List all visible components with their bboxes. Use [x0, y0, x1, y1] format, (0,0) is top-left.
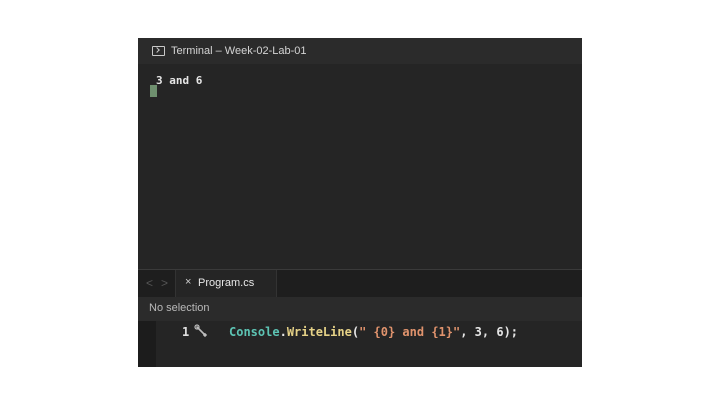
- terminal-icon: [152, 46, 165, 56]
- editor-tab-bar: < > × Program.cs: [138, 269, 582, 297]
- code-open-paren: (: [351, 325, 360, 339]
- chevron-right-icon[interactable]: >: [161, 276, 168, 290]
- terminal-output-area[interactable]: 3 and 6: [138, 64, 582, 268]
- code-dot: .: [279, 325, 287, 339]
- chevron-left-icon[interactable]: <: [146, 276, 153, 290]
- line-number: 1: [182, 325, 190, 339]
- selection-status-bar: No selection: [138, 297, 582, 321]
- close-icon[interactable]: ×: [185, 276, 191, 288]
- terminal-output: 3 and 6: [156, 74, 203, 87]
- code-class-name: Console: [229, 325, 280, 339]
- terminal-cursor: [150, 85, 157, 97]
- tab-label: Program.cs: [198, 277, 255, 289]
- code-method: WriteLine: [286, 325, 352, 339]
- terminal-title: Terminal – Week-02-Lab-01: [171, 45, 307, 57]
- code-editor[interactable]: 1 Console.WriteLine(" {0} and {1}", 3, 6…: [138, 321, 582, 367]
- code-line[interactable]: Console.WriteLine(" {0} and {1}", 3, 6);: [229, 325, 518, 339]
- tab-program-cs[interactable]: × Program.cs: [176, 270, 277, 297]
- terminal-title-bar: Terminal – Week-02-Lab-01: [138, 38, 582, 64]
- code-args: , 3, 6);: [460, 325, 519, 339]
- selection-status: No selection: [149, 302, 210, 314]
- app-window: Terminal – Week-02-Lab-01 3 and 6 < > × …: [138, 38, 582, 367]
- code-string-literal: " {0} and {1}": [359, 325, 461, 339]
- gutter: [138, 321, 156, 367]
- wrench-icon[interactable]: [194, 324, 208, 338]
